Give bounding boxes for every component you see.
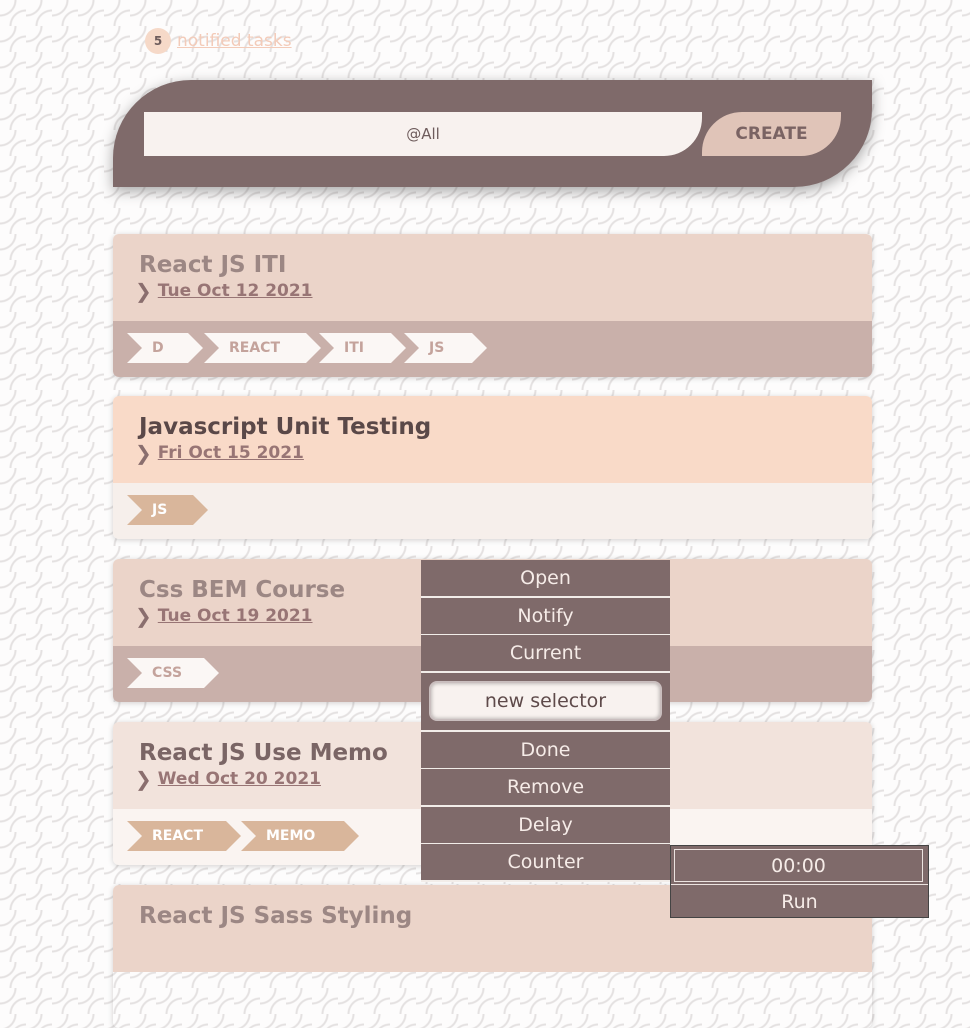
notified-tasks: 5 notified tasks [145, 28, 292, 54]
task-date-row: ❯ Fri Oct 15 2021 [135, 443, 304, 463]
task-date[interactable]: Tue Oct 12 2021 [158, 281, 313, 301]
menu-item-remove[interactable]: Remove [421, 769, 670, 807]
task-date-row: ❯ Tue Oct 19 2021 [135, 606, 313, 626]
menu-item-delay[interactable]: Delay [421, 807, 670, 845]
task-title: Css BEM Course [139, 577, 346, 603]
counter-popup: 00:00 Run [670, 845, 929, 918]
task-tags: JS [113, 483, 872, 539]
counter-time-input[interactable]: 00:00 [674, 849, 923, 882]
task-date[interactable]: Fri Oct 15 2021 [158, 443, 304, 463]
task-title: React JS ITI [139, 252, 287, 278]
tag[interactable]: JS [127, 495, 208, 525]
notified-count-badge: 5 [145, 28, 171, 54]
selector-input[interactable]: new selector [429, 681, 662, 721]
menu-item-done[interactable]: Done [421, 732, 670, 770]
create-button[interactable]: CREATE [702, 112, 841, 156]
tag[interactable]: MEMO [241, 821, 359, 851]
task-title: React JS Sass Styling [139, 903, 413, 929]
run-button[interactable]: Run [671, 884, 928, 918]
chevron-right-icon: ❯ [135, 279, 152, 303]
task-tags: D REACT ITI JS [113, 321, 872, 377]
chevron-right-icon: ❯ [135, 604, 152, 628]
task-card-header: React JS ITI ❯ Tue Oct 12 2021 [113, 234, 872, 321]
chevron-right-icon: ❯ [135, 441, 152, 465]
tag[interactable]: JS [404, 333, 487, 363]
menu-item-notify[interactable]: Notify [421, 598, 670, 636]
task-date-row: ❯ Wed Oct 20 2021 [135, 769, 321, 789]
tag[interactable]: D [127, 333, 203, 363]
tag[interactable]: ITI [319, 333, 406, 363]
chevron-right-icon: ❯ [135, 767, 152, 791]
menu-selector-row: new selector [421, 673, 670, 732]
menu-item-open[interactable]: Open [421, 560, 670, 598]
tag[interactable]: CSS [127, 658, 219, 688]
task-date[interactable]: Tue Oct 19 2021 [158, 606, 313, 626]
notified-tasks-link[interactable]: notified tasks [177, 31, 292, 51]
task-title: Javascript Unit Testing [139, 414, 432, 440]
task-input[interactable] [144, 112, 702, 156]
menu-item-current[interactable]: Current [421, 635, 670, 673]
task-date-row: ❯ Tue Oct 12 2021 [135, 281, 313, 301]
menu-item-counter[interactable]: Counter [421, 844, 670, 882]
tag[interactable]: REACT [127, 821, 241, 851]
task-card[interactable]: React JS ITI ❯ Tue Oct 12 2021 D REACT I… [113, 234, 872, 377]
create-task-bar: CREATE [113, 80, 872, 187]
task-card[interactable]: Javascript Unit Testing ❯ Fri Oct 15 202… [113, 396, 872, 539]
task-card-header: Javascript Unit Testing ❯ Fri Oct 15 202… [113, 396, 872, 483]
task-title: React JS Use Memo [139, 740, 388, 766]
task-date[interactable]: Wed Oct 20 2021 [158, 769, 321, 789]
tag[interactable]: REACT [204, 333, 321, 363]
